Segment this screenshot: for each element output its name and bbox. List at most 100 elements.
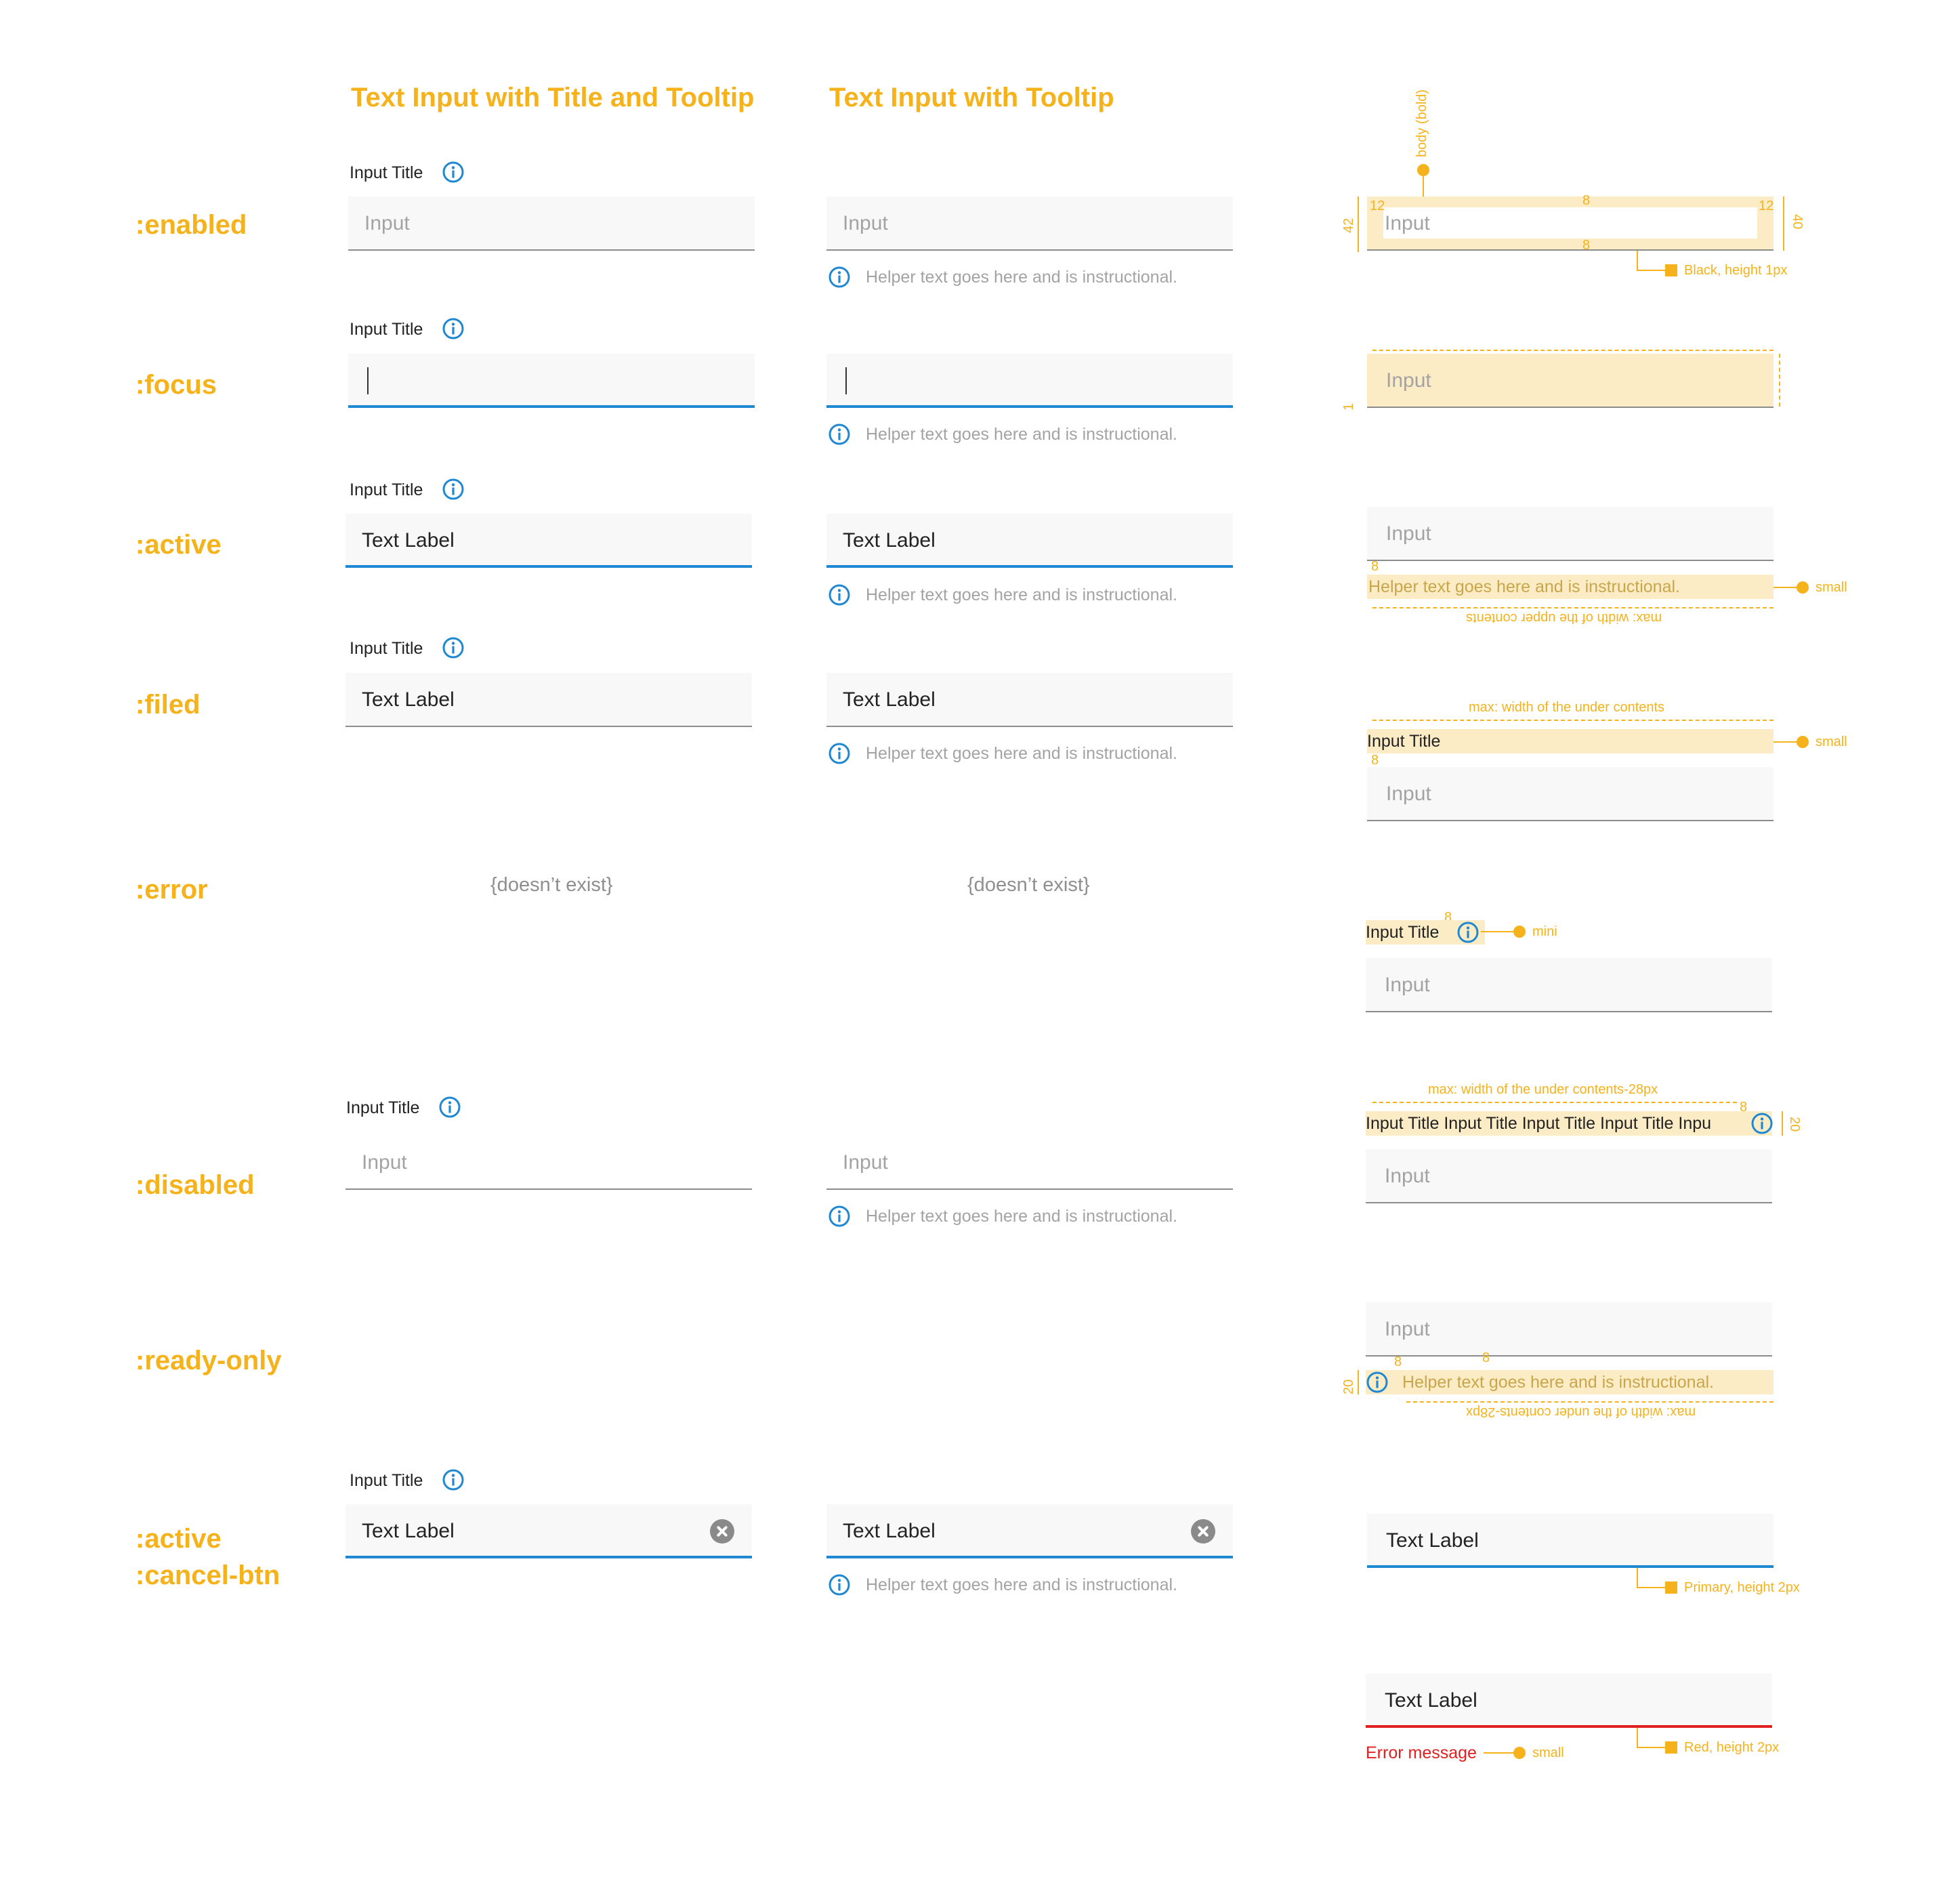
spec-size-mini: mini: [1532, 924, 1557, 939]
spec-field-title-demo: Input: [1367, 767, 1774, 821]
state-label-active: :active: [135, 530, 222, 560]
spec-red-note: Red, height 2px: [1684, 1740, 1780, 1755]
spec-field-mini-demo: Input: [1366, 958, 1772, 1012]
input-placeholder: Input: [843, 212, 888, 234]
helper-text: Helper text goes here and is instruction…: [866, 425, 1177, 444]
text-input-active[interactable]: Text Label: [826, 514, 1233, 568]
spec-field-helper-demo: Input: [1367, 507, 1774, 561]
text-caret: [367, 367, 369, 394]
spec-border-1: 1: [1341, 402, 1356, 411]
spec-leader-line: [1637, 270, 1665, 271]
spec-input-placeholder: Input: [1386, 783, 1431, 805]
text-input-enabled[interactable]: Input: [826, 196, 1233, 251]
spec-leader-square: [1665, 1581, 1677, 1594]
spec-leader-square: [1665, 264, 1677, 276]
spec-input-placeholder: Input: [1386, 369, 1431, 392]
input-title-label: Input Title: [350, 480, 423, 499]
helper-text: Helper text goes here and is instruction…: [866, 268, 1177, 287]
text-input-active-cancel[interactable]: Text Label: [345, 1504, 752, 1558]
helper-text-row: Helper text goes here and is instruction…: [828, 423, 1234, 446]
spec-input-placeholder: Input: [1385, 212, 1430, 234]
info-icon: [439, 1096, 461, 1118]
text-input-disabled: Input: [826, 1136, 1233, 1190]
info-icon[interactable]: [442, 161, 465, 184]
info-icon[interactable]: [828, 423, 851, 446]
text-input-focus[interactable]: [826, 354, 1233, 408]
spec-leader-dot: [1797, 736, 1809, 748]
spec-height-40: 40: [1790, 214, 1805, 230]
info-icon[interactable]: [828, 1573, 851, 1596]
column-title-title-and-tooltip: Text Input with Title and Tooltip: [351, 83, 755, 112]
info-icon: [1366, 1371, 1388, 1393]
input-title-label: Input Title: [350, 163, 423, 182]
info-icon[interactable]: [442, 317, 465, 340]
spec-size-small: small: [1816, 580, 1847, 595]
info-icon: [828, 1205, 850, 1227]
info-icon[interactable]: [828, 583, 851, 606]
spec-max-under: max: width of the under contents: [1469, 700, 1665, 715]
spec-width-arrow: [1372, 607, 1774, 608]
text-input-focus[interactable]: [348, 354, 755, 408]
input-title-label: Input Title: [350, 320, 423, 339]
text-input-filed[interactable]: Text Label: [345, 673, 752, 727]
spec-helper-text: Helper text goes here and is instruction…: [1368, 577, 1680, 596]
text-input-disabled: Input: [345, 1136, 752, 1190]
column-title-tooltip: Text Input with Tooltip: [829, 83, 1114, 112]
info-icon[interactable]: [442, 478, 465, 501]
input-title-label: Input Title: [346, 1098, 420, 1117]
input-title-label: Input Title: [350, 639, 423, 658]
info-icon: [1457, 922, 1479, 943]
clear-icon[interactable]: [1191, 1519, 1215, 1544]
spec-input-placeholder: Input: [1385, 1318, 1430, 1340]
spec-leader-square: [1665, 1741, 1677, 1754]
spec-field-readonly-demo: Input: [1366, 1302, 1772, 1357]
spec-max-under-28: max: width of the under contents-28px: [1428, 1082, 1658, 1097]
text-input-active-cancel[interactable]: Text Label: [826, 1504, 1233, 1558]
spec-gap-8: 8: [1371, 753, 1379, 768]
info-icon[interactable]: [442, 636, 465, 659]
text-input-filed[interactable]: Text Label: [826, 673, 1233, 727]
text-input-enabled[interactable]: Input: [348, 196, 755, 251]
spec-gap-8: 8: [1482, 1350, 1490, 1365]
state-label-cancel-btn: :cancel-btn: [135, 1560, 280, 1590]
text-caret: [845, 367, 847, 394]
state-label-disabled: :disabled: [135, 1170, 255, 1200]
text-input-active[interactable]: Text Label: [345, 514, 752, 568]
spec-primary-note: Primary, height 2px: [1684, 1580, 1800, 1595]
spec-padding-right: 12: [1759, 199, 1774, 213]
spec-input-placeholder: Input: [1386, 522, 1431, 545]
state-label-enabled: :enabled: [135, 210, 247, 240]
spec-max-upper: max: width of the upper contents: [1466, 610, 1662, 625]
spec-height-marker: [1358, 1370, 1359, 1394]
info-icon: [1751, 1113, 1773, 1134]
spec-underline-black: [1367, 249, 1774, 251]
spec-input-value: Text Label: [1385, 1689, 1477, 1712]
spec-gap-8: 8: [1394, 1354, 1402, 1369]
spec-leader-line: [1637, 1568, 1638, 1588]
info-icon[interactable]: [442, 1468, 465, 1491]
input-placeholder: Input: [364, 212, 410, 234]
spec-field-error-demo: Text Label: [1366, 1674, 1772, 1728]
spec-leader-line: [1481, 931, 1516, 932]
spec-helper-text: Helper text goes here and is instruction…: [1402, 1373, 1714, 1392]
info-icon[interactable]: [828, 742, 851, 765]
spec-leader-dot: [1513, 926, 1526, 938]
spec-padding-left: 12: [1370, 199, 1385, 213]
spec-height-marker: [1783, 196, 1784, 251]
input-value: Text Label: [843, 1520, 936, 1542]
spec-width-arrow: [1372, 350, 1774, 351]
spec-gap-8: 8: [1371, 559, 1379, 574]
state-label-error: :error: [135, 875, 208, 905]
input-placeholder: Input: [843, 1151, 888, 1174]
clear-icon[interactable]: [710, 1519, 734, 1544]
doesnt-exist-note: {doesn’t exist}: [967, 874, 1090, 896]
helper-text-row: Helper text goes here and is instruction…: [828, 742, 1234, 765]
helper-text: Helper text goes here and is instruction…: [866, 585, 1177, 604]
helper-text-row: Helper text goes here and is instruction…: [828, 1205, 1234, 1228]
input-placeholder: Input: [362, 1151, 407, 1174]
helper-text-row: Helper text goes here and is instruction…: [828, 266, 1234, 289]
input-value: Text Label: [843, 529, 936, 552]
info-icon[interactable]: [828, 266, 851, 289]
spec-width-arrow: [1372, 1102, 1737, 1103]
spec-max-under-28: max: width of the under contents-28px: [1466, 1405, 1696, 1420]
